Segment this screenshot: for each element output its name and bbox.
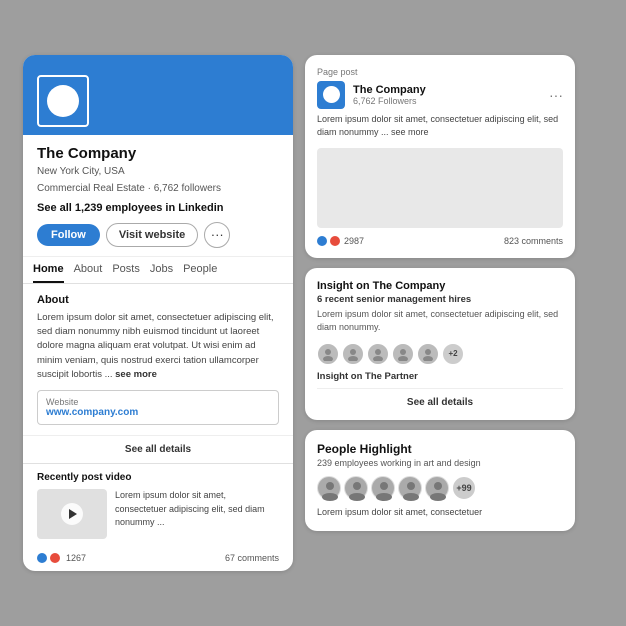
insight-avatar-3 [367,343,389,365]
right-panel: Page post The Company 6,762 Followers ··… [305,55,575,571]
tab-jobs[interactable]: Jobs [150,263,173,283]
reaction-dot-red-post [330,236,340,246]
page-post-card: Page post The Company 6,762 Followers ··… [305,55,575,258]
insight-avatar-5 [417,343,439,365]
video-row: Lorem ipsum dolor sit amet, consectetuer… [37,489,279,539]
tab-home[interactable]: Home [33,263,64,283]
see-more-about[interactable]: see more [115,369,157,380]
insight-avatar-1 [317,343,339,365]
post-body-text: Lorem ipsum dolor sit amet, consectetuer… [317,113,563,140]
reaction-dot-red [50,553,60,563]
card-company-name: The Company [353,84,541,96]
insight-avatar-row: +2 [317,343,563,365]
reaction-dot-blue-post [317,236,327,246]
people-highlight-card: People Highlight 239 employees working i… [305,430,575,532]
website-box: Website www.company.com [37,390,279,425]
insight-card: Insight on The Company 6 recent senior m… [305,268,575,420]
card-logo [317,81,345,109]
post-comments: 823 comments [504,236,563,246]
video-section-title: Recently post video [37,472,279,483]
insight-avatar-plus: +2 [442,343,464,365]
insight-see-all-button[interactable]: See all details [317,388,563,408]
about-section: About Lorem ipsum dolor sit amet, consec… [23,284,293,435]
company-name: The Company [37,145,279,162]
video-stats: 1267 67 comments [23,553,293,571]
play-icon [69,509,77,519]
tab-posts[interactable]: Posts [112,263,140,283]
video-description: Lorem ipsum dolor sit amet, consectetuer… [115,489,279,530]
insight-subtitle: 6 recent senior management hires [317,294,563,305]
people-body-text: Lorem ipsum dolor sit amet, consectetuer [317,506,563,520]
card-logo-circle [323,86,340,103]
people-avatar-plus: +99 [452,476,476,500]
play-button[interactable] [61,503,83,525]
reaction-dot-blue [37,553,47,563]
company-logo [37,75,89,127]
people-avatar-3 [371,476,395,500]
people-avatar-4 [398,476,422,500]
insight-avatar-2 [342,343,364,365]
card-more-button[interactable]: ··· [549,87,563,103]
website-label: Website [46,397,270,407]
tab-about[interactable]: About [74,263,103,283]
card-company-row: The Company 6,762 Followers ··· [317,81,563,109]
video-comments: 67 comments [225,553,279,563]
insight-partner-label: Insight on The Partner [317,371,563,382]
main-container: The Company New York City, USA Commercia… [23,55,603,571]
insight-title: Insight on The Company [317,280,563,292]
employees-link[interactable]: See all 1,239 employees in Linkedin [37,202,279,214]
people-avatar-2 [344,476,368,500]
post-stats: 2987 823 comments [317,236,563,246]
post-image [317,148,563,228]
card-company-info: The Company 6,762 Followers [353,84,541,106]
video-section: Recently post video Lorem ipsum dolor si… [23,464,293,547]
people-avatar-1 [317,476,341,500]
company-meta-location: New York City, USA [37,164,279,179]
left-panel: The Company New York City, USA Commercia… [23,55,293,571]
video-stat-num: 1267 [66,553,86,563]
about-title: About [37,294,279,306]
people-avatar-5 [425,476,449,500]
visit-website-button[interactable]: Visit website [106,223,198,247]
reaction-dots [37,553,60,563]
nav-tabs: Home About Posts Jobs People [23,256,293,283]
video-thumbnail[interactable] [37,489,107,539]
more-button[interactable]: ··· [204,222,230,248]
insight-avatar-4 [392,343,414,365]
people-highlight-subtitle: 239 employees working in art and design [317,458,563,468]
people-highlight-title: People Highlight [317,442,563,456]
insight-body-text: Lorem ipsum dolor sit amet, consectetuer… [317,308,563,335]
about-text: Lorem ipsum dolor sit amet, consectetuer… [37,311,279,382]
profile-header [23,55,293,135]
page-post-label: Page post [317,67,563,77]
action-buttons: Follow Visit website ··· [37,222,279,248]
company-logo-circle [47,85,79,117]
see-all-details-button[interactable]: See all details [23,435,293,463]
card-followers: 6,762 Followers [353,96,541,106]
website-url[interactable]: www.company.com [46,407,270,418]
post-stat-num: 2987 [344,236,364,246]
post-reaction-dots [317,236,340,246]
tab-people[interactable]: People [183,263,217,283]
follow-button[interactable]: Follow [37,224,100,246]
profile-info: The Company New York City, USA Commercia… [23,135,293,256]
people-avatar-row: +99 [317,476,563,500]
company-meta-industry: Commercial Real Estate · 6,762 followers [37,181,279,196]
